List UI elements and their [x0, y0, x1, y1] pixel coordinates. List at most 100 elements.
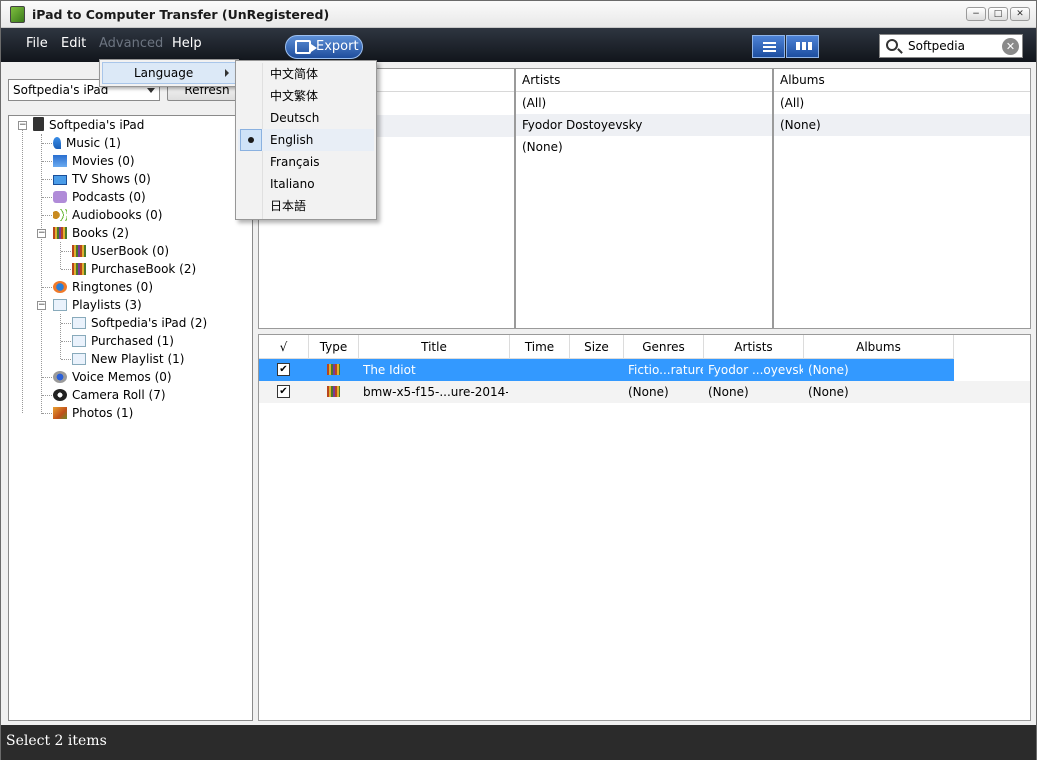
track-table: √ Type Title Time Size Genres Artists Al… — [258, 334, 1031, 721]
tree-item-music[interactable]: Music (1) — [53, 134, 121, 152]
window-controls: − □ ✕ — [966, 7, 1030, 21]
clear-search-icon[interactable]: ✕ — [1002, 38, 1019, 55]
tree-line — [42, 413, 52, 414]
list-view-button[interactable] — [752, 35, 785, 58]
collapse-toggle[interactable]: − — [37, 301, 46, 310]
ringtone-icon — [53, 281, 67, 293]
tree-item-ringtones[interactable]: Ringtones (0) — [53, 278, 153, 296]
speaker-icon — [53, 209, 67, 221]
language-item-de[interactable]: Deutsch — [238, 107, 374, 129]
tree-item-purchasebook[interactable]: PurchaseBook (2) — [72, 260, 196, 278]
menu-file[interactable]: File — [26, 36, 48, 51]
search-box[interactable]: ✕ — [879, 34, 1023, 58]
tree-item-audiobooks[interactable]: Audiobooks (0) — [53, 206, 162, 224]
tree-line — [42, 197, 52, 198]
row-checkbox[interactable]: ✔ — [277, 385, 290, 398]
tree-item-photos[interactable]: Photos (1) — [53, 404, 133, 422]
books-icon — [72, 263, 86, 275]
tree-label: Softpedia's iPad — [49, 118, 145, 132]
collapse-toggle[interactable]: − — [37, 229, 46, 238]
tree-line — [42, 287, 52, 288]
menu-item-language[interactable]: Language — [102, 62, 236, 84]
tree-label: PurchaseBook (2) — [91, 262, 197, 276]
cell-genres: Fictio...rature — [628, 363, 703, 377]
column-header-check[interactable]: √ — [259, 335, 309, 359]
tree-item-books[interactable]: Books (2) — [53, 224, 129, 242]
tree-label: Voice Memos (0) — [72, 370, 172, 384]
tree-item-playlist-ipad[interactable]: Softpedia's iPad (2) — [72, 314, 207, 332]
tree-item-playlists[interactable]: Playlists (3) — [53, 296, 142, 314]
minimize-button[interactable]: − — [966, 7, 986, 21]
column-header-title[interactable]: Title — [359, 335, 510, 359]
album-item[interactable]: (All) — [774, 92, 1030, 114]
grid-view-icon — [796, 42, 800, 50]
collapse-toggle[interactable]: − — [18, 121, 27, 130]
export-button[interactable]: Export — [285, 35, 363, 59]
window-title: iPad to Computer Transfer (UnRegistered) — [32, 7, 330, 22]
language-item-en[interactable]: English — [238, 129, 374, 151]
language-item-it[interactable]: Italiano — [238, 173, 374, 195]
tree-label: TV Shows (0) — [72, 172, 151, 186]
tree-item-movies[interactable]: Movies (0) — [53, 152, 135, 170]
tree-line — [61, 359, 71, 360]
column-header-time[interactable]: Time — [510, 335, 570, 359]
menu-edit[interactable]: Edit — [61, 36, 86, 51]
column-header-albums[interactable]: Albums — [804, 335, 954, 359]
books-icon — [72, 245, 86, 257]
column-header-type[interactable]: Type — [309, 335, 359, 359]
tree-line — [22, 130, 23, 413]
artists-pane-header[interactable]: Artists — [516, 69, 772, 92]
cell-artists: (None) — [708, 385, 749, 399]
menu-item-label: English — [270, 133, 314, 147]
search-input[interactable] — [908, 38, 998, 54]
language-item-fr[interactable]: Français — [238, 151, 374, 173]
language-submenu: 中文简体 中文繁体 Deutsch English Français Itali… — [235, 60, 377, 220]
tree-item-tvshows[interactable]: TV Shows (0) — [53, 170, 151, 188]
tree-item-podcasts[interactable]: Podcasts (0) — [53, 188, 146, 206]
artist-item[interactable]: (All) — [516, 92, 772, 114]
tree-line — [42, 377, 52, 378]
books-icon — [53, 227, 67, 239]
grid-view-button[interactable] — [786, 35, 819, 58]
maximize-button[interactable]: □ — [988, 7, 1008, 21]
cell-time — [514, 359, 569, 381]
row-checkbox[interactable]: ✔ — [277, 363, 290, 376]
menu-help[interactable]: Help — [172, 36, 202, 51]
albums-pane-header[interactable]: Albums — [774, 69, 1030, 92]
device-select-value: Softpedia's iPad — [13, 83, 109, 97]
app-window: iPad to Computer Transfer (UnRegistered)… — [0, 0, 1037, 760]
tree-item-userbook[interactable]: UserBook (0) — [72, 242, 169, 260]
column-header-genres[interactable]: Genres — [624, 335, 704, 359]
tree-item-device[interactable]: Softpedia's iPad — [33, 116, 144, 134]
grid-view-icon-part — [808, 42, 812, 50]
language-item-ja[interactable]: 日本語 — [238, 195, 374, 217]
tree-line — [61, 323, 71, 324]
column-header-size[interactable]: Size — [570, 335, 624, 359]
list-view-icon-line — [763, 46, 776, 48]
tree-line — [41, 134, 42, 414]
tree-item-voicememos[interactable]: Voice Memos (0) — [53, 368, 172, 386]
cell-artists: Fyodor ...oyevsky — [708, 363, 803, 377]
podcast-icon — [53, 191, 67, 203]
playlist-icon — [72, 317, 86, 329]
menu-item-label: Language — [134, 66, 194, 80]
tree-item-cameraroll[interactable]: Camera Roll (7) — [53, 386, 166, 404]
tree-label: Books (2) — [72, 226, 129, 240]
album-item[interactable]: (None) — [774, 114, 1030, 136]
app-icon — [10, 6, 25, 23]
tree-line — [61, 269, 71, 270]
artist-item[interactable]: Fyodor Dostoyevsky — [516, 114, 772, 136]
tree-item-playlist-new[interactable]: New Playlist (1) — [72, 350, 184, 368]
tree-item-playlist-purchased[interactable]: Purchased (1) — [72, 332, 174, 350]
language-item-zh-hans[interactable]: 中文简体 — [238, 63, 374, 85]
submenu-arrow-icon — [225, 69, 229, 77]
language-item-zh-hant[interactable]: 中文繁体 — [238, 85, 374, 107]
column-header-artists[interactable]: Artists — [704, 335, 804, 359]
table-row[interactable]: ✔ The Idiot Fictio...rature Fyodor ...oy… — [259, 359, 954, 381]
menu-advanced[interactable]: Advanced — [99, 36, 163, 51]
close-button[interactable]: ✕ — [1010, 7, 1030, 21]
grid-view-icon-part — [802, 42, 806, 50]
table-row[interactable]: ✔ bmw-x5-f15-...ure-2014-de (None) (None… — [259, 381, 1030, 403]
ipad-icon — [33, 117, 44, 131]
artist-item[interactable]: (None) — [516, 136, 772, 158]
